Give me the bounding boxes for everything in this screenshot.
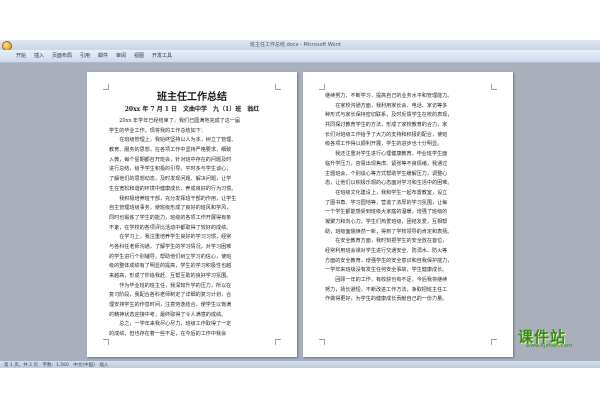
text-line: 的成绩，但也存在着一些不足，在今后的工作中我会 [109,331,227,338]
text-line: 一学年来班级没有发生任何安全事故，学生健康成长。 [325,267,448,274]
tab-view[interactable]: 视图 [134,52,144,59]
page-2-content: 继续努力，不断学习，提高自己的业务水平和管理能力。 在家校沟通方面，我利用家长会… [325,92,491,305]
text-line: 学生的毕业工作。现将我的工作总结如下： [109,127,206,134]
document-subtitle: 20xx 年 7 月 1 日 文曲中学 九（1）班 翁红 [124,106,260,113]
text-line: 20xx 年学年已经结束了，我们已圆满地完成了这一届 [109,118,241,124]
text-line: 级各项工作得以顺利开展，学生的进步也十分明显。 [325,141,443,148]
document-page-2[interactable]: 继续努力，不断学习，提高自己的业务水平和管理能力。 在家校沟通方面，我利用家长会… [303,72,513,357]
document-workspace[interactable]: 班主任工作总结 20xx 年 7 月 1 日 文曲中学 九（1）班 翁红 20x… [0,63,600,360]
text-line: 级的整体成绩有了明显的提高，学生的学习积极性也越 [109,263,232,270]
text-line: 继续努力，不断学习，提高自己的业务水平和管理能力。 [325,93,453,99]
text-line: 同时也锻炼了学生的能力，班级的各项工作开展得有条 [109,214,232,221]
tab-page-layout[interactable]: 页面布局 [52,52,72,59]
watermark-logo: 课件站 www.kjzhan.com [514,326,596,352]
word-window: 班主任工作总结.docx - Microsoft Word 开始 插入 页面布局… [0,40,600,368]
text-line: 作为毕业班的班主任，我深知升学的压力，所以在 [109,282,232,289]
text-line: 复习阶段，我配合各科老师制定了详细的复习计划，合 [109,292,232,299]
text-line: 自主管理班级事务，使班级形成了良好的班风和学风， [109,205,232,212]
text-line: 的精神状态迎接中考，最终取得了令人满意的成绩。 [109,311,227,318]
text-line: 教育、服务的思想，在各项工作中坚持严格要求，细致 [109,147,232,154]
page-1-body: 20xx 年学年已经结束了，我们已圆满地完成了这一届 学生的毕业工作。现将我的工作… [109,117,275,340]
margin-mark [275,339,281,345]
text-line: 不紊，在学校的各项评比活动中都取得了较好的成绩。 [109,224,232,231]
text-line: 作做得更好，为学生的健康成长贡献自己的一份力量。 [325,296,448,303]
margin-mark [103,339,109,345]
text-line: 在班级管理上，我始终坚持以人为本，树立了管理、 [109,137,237,144]
text-line: 与各科任老师沟通，了解学生的学习情况，对学习困难 [109,243,232,250]
document-title: 班主任工作总结 [157,92,227,103]
ribbon-tabs: 开始 插入 页面布局 引用 邮件 审阅 视图 开发工具 [0,50,600,63]
text-line: 方面的安全教育，增强学生的安全意识和自我保护能力， [325,257,453,264]
text-line: 经常利用班会课对学生进行交通安全、防溺水、防火等 [325,248,448,254]
text-line: 态，让他们以积极乐观的心态面对学习和生活中的困难。 [325,180,453,187]
tab-references[interactable]: 引用 [80,52,90,59]
document-page-1[interactable]: 班主任工作总结 20xx 年 7 月 1 日 文曲中学 九（1）班 翁红 20x… [87,72,297,357]
text-line: 助，班级面貌焕然一新，得到了学校领导的肯定和表扬。 [325,228,453,235]
tab-insert[interactable]: 插入 [34,52,44,59]
text-line: 入微，每个星期都召开班会，针对班中存在的问题及时 [109,156,232,163]
margin-mark [319,84,325,90]
screenshot-frame: 班主任工作总结.docx - Microsoft Word 开始 插入 页面布局… [0,0,600,400]
window-title: 班主任工作总结.docx - Microsoft Word [250,42,341,48]
text-line: 努力，扬长避短，不断改进工作方法，争取把班主任工 [325,286,448,293]
page-1-content: 班主任工作总结 20xx 年 7 月 1 日 文曲中学 九（1）班 翁红 20x… [109,86,275,340]
text-line: 在班级文化建设上，我和学生一起布置教室，设立 [325,189,448,196]
status-text: 第 1 页，共 2 页 字数：1,560 中文(中国) 插入 [4,363,109,368]
text-line: 回顾一年的工作，有收获也有不足，今后我将继续 [325,277,448,284]
text-line: 我积极培养班干部，充分发挥班干部的作用，让学生 [109,195,237,202]
text-line: 的学生进行个别辅导，帮助他们树立学习的信心，使班 [109,253,232,260]
margin-mark [319,339,325,345]
text-line: 生在宽松和谐的环境中健康成长，养成良好的行为习惯。 [109,185,237,192]
status-bar: 第 1 页，共 2 页 字数：1,560 中文(中国) 插入 [0,360,600,368]
text-line: 进行总结，给予学生积极的引导。平时多与学生谈心， [109,166,232,173]
text-line: 共同探讨教育学生的方法，形成了家校教育的合力，家 [325,122,448,129]
text-line: 来越高，形成了你追我赶、互帮互助的良好学习氛围。 [109,273,232,279]
tab-developer[interactable]: 开发工具 [152,52,172,59]
text-line: 凝聚力和向心力，学生们热爱班级，团结友爱，互相帮 [325,218,448,225]
text-line: 临升学压力，容易出现焦虑、紧张等不良情绪，我通过 [325,160,448,167]
page-2-body: 继续努力，不断学习，提高自己的业务水平和管理能力。 在家校沟通方面，我利用家长会… [325,92,491,305]
text-line: 总之，一学年来我尽心尽力，班级工作取得了一定 [109,321,232,328]
text-line: 主题班会、个别谈心等方式帮助学生缓解压力，调整心 [325,170,448,177]
text-line: 了图书角、学习园地等，营造了浓厚的学习氛围，让每 [325,199,448,206]
text-line: 在安全教育方面，我时刻把学生的安全放在首位， [325,238,448,245]
tab-mailings[interactable]: 邮件 [98,52,108,59]
margin-mark [491,339,497,345]
text-line: 长们对班级工作给予了大力的支持和积极的配合，使班 [325,131,448,138]
text-line: 我还注重对学生进行心理健康教育，毕业班学生面 [325,151,448,158]
text-line: 在家校沟通方面，我利用家长会、电话、家访等多 [325,102,448,109]
margin-mark [491,84,497,90]
text-line: 种形式与家长保持密切联系，及时反馈学生在校的表现， [325,112,453,119]
tab-home[interactable]: 开始 [16,52,26,59]
title-bar: 班主任工作总结.docx - Microsoft Word [0,40,600,51]
text-line: 了解他们的思想动态，及时发现问题、解决问题，让学 [109,176,232,183]
text-line: 理安排学生的作息时间，注意劳逸结合，使学生以饱满 [109,302,232,309]
text-line: 在学习上，我注重培养学生良好的学习习惯，经常 [109,234,232,241]
margin-mark [275,84,281,90]
tab-review[interactable]: 审阅 [116,52,126,59]
text-line: 一个学生都能感受到班级大家庭的温暖，增强了班级的 [325,209,448,216]
watermark-url: www.kjzhan.com [526,343,573,349]
